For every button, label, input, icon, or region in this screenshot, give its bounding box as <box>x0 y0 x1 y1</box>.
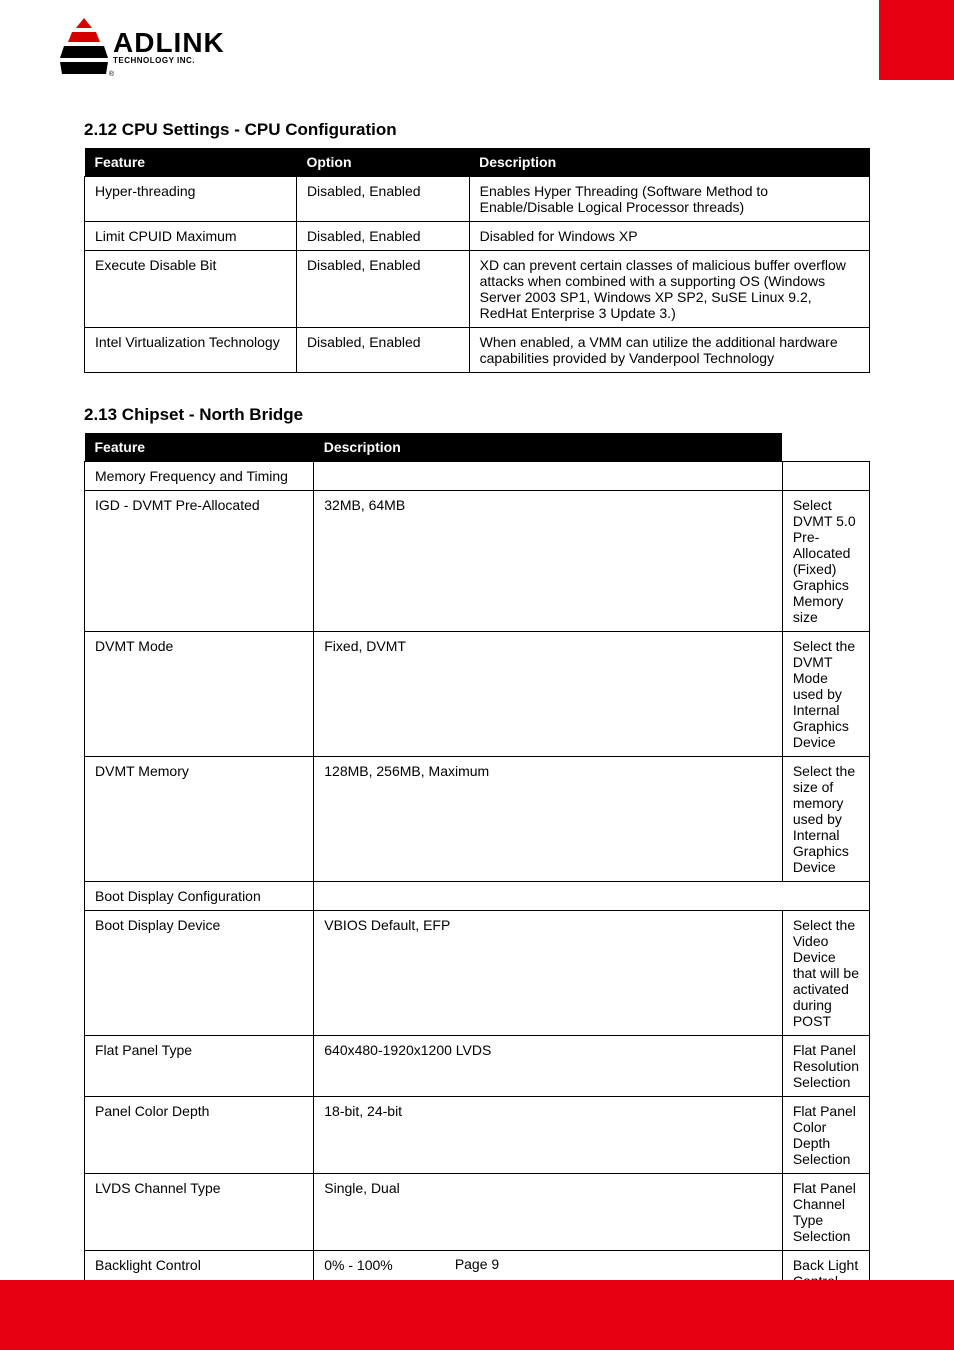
footer-bar <box>0 1280 954 1350</box>
table-cell: Flat Panel Resolution Selection <box>782 1036 869 1097</box>
table-header: Option <box>296 148 469 177</box>
page-number: Page 9 <box>0 1256 954 1272</box>
table-cell: Intel Virtualization Technology <box>85 328 297 373</box>
table-cell: Boot Display Configuration <box>85 882 314 911</box>
logo: ® ADLINK TECHNOLOGY INC. <box>60 18 225 76</box>
cpu-config-table: Feature Option Description Hyper-threadi… <box>84 148 870 373</box>
table-cell: Flat Panel Type <box>85 1036 314 1097</box>
table-cell: Disabled, Enabled <box>296 222 469 251</box>
corner-accent <box>879 0 954 80</box>
table-cell: DVMT Mode <box>85 632 314 757</box>
table-cell: Select DVMT 5.0 Pre-Allocated (Fixed) Gr… <box>782 491 869 632</box>
table-cell: Memory Frequency and Timing <box>85 462 314 491</box>
table-cell: Execute Disable Bit <box>85 251 297 328</box>
table-header: Feature <box>85 148 297 177</box>
table-cell <box>782 462 869 491</box>
table-cell: Fixed, DVMT <box>314 632 783 757</box>
table-cell: Disabled, Enabled <box>296 251 469 328</box>
table-header: Description <box>314 433 783 462</box>
table-cell: Select the size of memory used by Intern… <box>782 757 869 882</box>
section-title-chipset: 2.13 Chipset - North Bridge <box>84 405 870 425</box>
logo-tagline: TECHNOLOGY INC. <box>113 57 225 65</box>
table-cell: Select the Video Device that will be act… <box>782 911 869 1036</box>
table-cell: Disabled for Windows XP <box>469 222 869 251</box>
logo-icon: ® <box>60 18 108 76</box>
table-cell: 32MB, 64MB <box>314 491 783 632</box>
table-cell: VBIOS Default, EFP <box>314 911 783 1036</box>
table-cell: 128MB, 256MB, Maximum <box>314 757 783 882</box>
table-header: Feature <box>85 433 314 462</box>
table-cell: Flat Panel Channel Type Selection <box>782 1174 869 1251</box>
northbridge-table: Feature Description Memory Frequency and… <box>84 433 870 1312</box>
table-cell: Flat Panel Color Depth Selection <box>782 1097 869 1174</box>
table-cell: Single, Dual <box>314 1174 783 1251</box>
table-cell <box>314 462 783 491</box>
table-cell: Hyper-threading <box>85 177 297 222</box>
table-cell: XD can prevent certain classes of malici… <box>469 251 869 328</box>
table-cell: Limit CPUID Maximum <box>85 222 297 251</box>
table-cell: Disabled, Enabled <box>296 177 469 222</box>
table-cell: Enables Hyper Threading (Software Method… <box>469 177 869 222</box>
table-header: Description <box>469 148 869 177</box>
registered-mark: ® <box>109 71 114 78</box>
table-cell: 18-bit, 24-bit <box>314 1097 783 1174</box>
logo-brand: ADLINK <box>113 29 225 57</box>
section-title-cpu: 2.12 CPU Settings - CPU Configuration <box>84 120 870 140</box>
table-cell: When enabled, a VMM can utilize the addi… <box>469 328 869 373</box>
table-cell: Panel Color Depth <box>85 1097 314 1174</box>
table-cell: 640x480-1920x1200 LVDS <box>314 1036 783 1097</box>
table-cell: LVDS Channel Type <box>85 1174 314 1251</box>
table-cell: DVMT Memory <box>85 757 314 882</box>
table-cell <box>314 882 870 911</box>
table-cell: Select the DVMT Mode used by Internal Gr… <box>782 632 869 757</box>
table-cell: Boot Display Device <box>85 911 314 1036</box>
table-cell: Disabled, Enabled <box>296 328 469 373</box>
table-cell: IGD - DVMT Pre-Allocated <box>85 491 314 632</box>
